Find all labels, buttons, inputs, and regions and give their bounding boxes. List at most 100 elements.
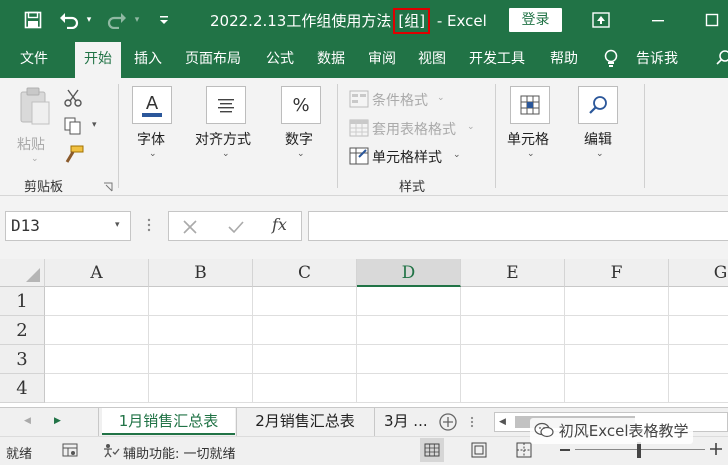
page-break-view-icon[interactable] [515, 441, 533, 459]
format-painter-icon[interactable] [63, 144, 85, 164]
accessibility-status[interactable]: 辅助功能: 一切就绪 [123, 443, 236, 462]
sheet-tab[interactable]: 3月 ... [384, 408, 432, 435]
macro-record-icon[interactable] [62, 442, 78, 462]
cell-style-dropdown-icon[interactable]: ⌄ [453, 150, 461, 160]
grid-cell[interactable] [461, 316, 565, 345]
grid-cell[interactable] [357, 287, 461, 316]
column-header[interactable]: B [149, 259, 253, 287]
copy-dropdown-icon[interactable]: ▾ [92, 120, 97, 130]
add-sheet-icon[interactable] [438, 412, 458, 432]
grid-cell[interactable] [253, 287, 357, 316]
select-all-corner[interactable] [0, 259, 45, 287]
paste-label[interactable]: 粘贴 [17, 134, 45, 154]
undo-dropdown-icon[interactable]: ▾ [84, 9, 94, 31]
row-header[interactable]: 2 [0, 316, 45, 345]
grid-cell[interactable] [461, 345, 565, 374]
sheet-tab[interactable]: 2月销售汇总表 [240, 408, 370, 435]
insert-function-icon[interactable]: fx [272, 215, 287, 234]
tab-insert[interactable]: 插入 [134, 40, 162, 78]
alignment-icon[interactable] [206, 86, 246, 124]
column-header[interactable]: A [45, 259, 149, 287]
tab-split-grip-icon[interactable] [470, 415, 474, 429]
zoom-out-icon[interactable] [560, 449, 570, 451]
tab-page-layout[interactable]: 页面布局 [185, 40, 241, 78]
grid-cell[interactable] [565, 316, 669, 345]
customize-toolbar-icon[interactable] [157, 9, 171, 31]
minimize-icon[interactable] [648, 9, 668, 31]
cell-style-label[interactable]: 单元格样式 [372, 147, 442, 167]
grid-cell[interactable] [565, 345, 669, 374]
cut-icon[interactable] [63, 88, 83, 108]
scroll-left-icon[interactable]: ◀ [499, 417, 506, 427]
tab-data[interactable]: 数据 [317, 40, 345, 78]
grid-cell[interactable] [565, 374, 669, 403]
cancel-icon[interactable] [181, 218, 199, 236]
clipboard-launcher-icon[interactable] [103, 181, 113, 192]
name-box-dropdown-icon[interactable]: ▾ [115, 220, 120, 230]
grid-cell[interactable] [45, 345, 149, 374]
font-dropdown-icon[interactable]: ⌄ [149, 149, 157, 159]
grid-cell[interactable] [669, 345, 728, 374]
grid-cell[interactable] [669, 287, 728, 316]
tab-review[interactable]: 审阅 [368, 40, 396, 78]
column-header-selected[interactable]: D [357, 259, 461, 287]
grid-cell[interactable] [149, 374, 253, 403]
tab-help[interactable]: 帮助 [550, 40, 578, 78]
conditional-format-dropdown-icon[interactable]: ⌄ [437, 93, 445, 103]
number-dropdown-icon[interactable]: ⌄ [297, 149, 305, 159]
row-header[interactable]: 1 [0, 287, 45, 316]
login-button[interactable]: 登录 [509, 8, 562, 32]
font-icon[interactable]: A [132, 86, 172, 124]
formula-bar-grip-icon[interactable] [147, 216, 151, 234]
paste-icon[interactable] [18, 86, 52, 130]
copy-icon[interactable] [63, 116, 83, 136]
scroll-tabs-left-icon[interactable]: ◀ [24, 416, 31, 426]
search-icon[interactable] [716, 40, 728, 78]
lightbulb-icon[interactable] [603, 40, 627, 78]
cells-dropdown-icon[interactable]: ⌄ [527, 149, 535, 159]
tab-view[interactable]: 视图 [418, 40, 446, 78]
accessibility-icon[interactable] [102, 442, 120, 462]
tab-file[interactable]: 文件 [20, 40, 48, 78]
zoom-slider-thumb[interactable] [637, 442, 641, 458]
tab-developer[interactable]: 开发工具 [469, 40, 525, 78]
redo-icon[interactable] [105, 9, 129, 31]
alignment-dropdown-icon[interactable]: ⌄ [222, 149, 230, 159]
row-header[interactable]: 3 [0, 345, 45, 374]
column-header[interactable]: F [565, 259, 669, 287]
name-box[interactable]: D13 [5, 211, 131, 241]
grid-cell[interactable] [45, 287, 149, 316]
table-format-label[interactable]: 套用表格格式 [372, 119, 456, 139]
grid-cell[interactable] [149, 287, 253, 316]
sheet-tab-active[interactable]: 1月销售汇总表 [102, 408, 235, 435]
formula-input[interactable] [308, 211, 728, 241]
editing-label[interactable]: 编辑 [584, 129, 612, 149]
undo-icon[interactable] [57, 9, 81, 31]
grid-cell[interactable] [461, 287, 565, 316]
column-header[interactable]: E [461, 259, 565, 287]
grid-cell[interactable] [565, 287, 669, 316]
tab-tell-me[interactable]: 告诉我 [636, 40, 678, 78]
conditional-format-label[interactable]: 条件格式 [372, 90, 428, 110]
number-label[interactable]: 数字 [285, 129, 313, 149]
column-header[interactable]: C [253, 259, 357, 287]
grid-cell[interactable] [253, 374, 357, 403]
grid-cell[interactable] [253, 345, 357, 374]
font-label[interactable]: 字体 [137, 129, 165, 149]
row-header[interactable]: 4 [0, 374, 45, 403]
zoom-in-icon[interactable] [710, 443, 722, 455]
cell-style-icon[interactable] [349, 147, 369, 165]
grid-cell[interactable] [149, 345, 253, 374]
editing-dropdown-icon[interactable]: ⌄ [596, 149, 604, 159]
maximize-icon[interactable] [702, 9, 722, 31]
grid-cell[interactable] [669, 316, 728, 345]
table-format-icon[interactable] [349, 119, 369, 137]
cells-label[interactable]: 单元格 [507, 129, 549, 149]
normal-view-icon[interactable] [420, 438, 444, 462]
cells-icon[interactable] [510, 86, 550, 124]
page-layout-view-icon[interactable] [470, 441, 488, 459]
grid-cell[interactable] [357, 316, 461, 345]
redo-dropdown-icon[interactable]: ▾ [132, 9, 142, 31]
save-icon[interactable] [22, 9, 44, 31]
alignment-label[interactable]: 对齐方式 [195, 129, 251, 149]
